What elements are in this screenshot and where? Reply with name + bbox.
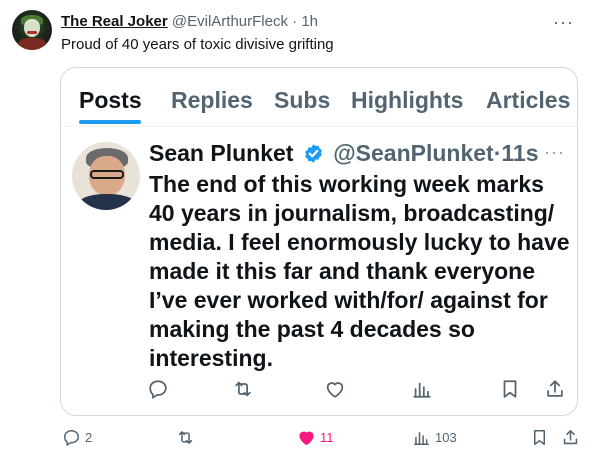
quoted-image[interactable]: Posts Replies Subs Highlights Articles S… [60,67,578,416]
active-tab-indicator [79,120,141,124]
quoted-tweet-header: Sean Plunket @SeanPlunket·11s [149,139,538,167]
tab-highlights[interactable]: Highlights [351,87,463,114]
bookmark-icon [533,430,546,445]
retweet-icon[interactable] [232,378,256,402]
like-icon[interactable] [324,378,348,402]
more-options-icon[interactable]: ··· [553,12,574,33]
quoted-tweet-text: The end of this working week marks 40 ye… [149,171,570,371]
quoted-action-bar [61,378,577,408]
reply-icon[interactable] [147,378,171,402]
tab-articles[interactable]: Articles [486,87,570,114]
tweet-header: The Real Joker @EvilArthurFleck · 1h [61,13,318,31]
like-button[interactable]: 11 [297,428,334,447]
verified-badge-icon [305,144,322,163]
reply-icon [64,430,79,446]
retweet-icon [178,431,193,444]
views-icon [414,431,429,445]
tab-replies[interactable]: Replies [171,87,253,114]
avatar[interactable] [12,10,52,50]
author-name[interactable]: The Real Joker [61,13,168,30]
share-button[interactable] [561,428,580,447]
views-icon[interactable] [411,378,435,402]
share-icon [563,430,578,445]
tweet-text: Proud of 40 years of toxic divisive grif… [61,36,334,53]
avatar[interactable] [72,142,140,210]
separator: · [292,13,298,30]
author-handle[interactable]: @EvilArthurFleck [172,13,288,30]
share-icon[interactable] [544,378,568,402]
like-count: 11 [320,430,334,445]
reply-count: 2 [85,430,93,445]
action-bar: 2 11 103 [0,428,590,452]
tweet-timestamp[interactable]: 1h [301,13,318,30]
profile-tabs: Posts Replies Subs Highlights Articles [61,68,577,128]
tweet-timestamp[interactable]: 11s [501,140,538,166]
divider [61,126,577,127]
tab-subs[interactable]: Subs [274,87,330,114]
like-icon [299,431,314,445]
reply-button[interactable]: 2 [62,428,92,447]
author-name[interactable]: Sean Plunket [149,140,293,166]
retweet-button[interactable] [176,428,195,447]
more-options-icon[interactable]: ··· [544,142,565,163]
bookmark-icon[interactable] [499,378,523,402]
views-count: 103 [435,430,457,445]
bookmark-button[interactable] [530,428,549,447]
author-handle[interactable]: @SeanPlunket [333,140,493,166]
views-button[interactable]: 103 [412,428,457,447]
tab-posts[interactable]: Posts [79,87,142,114]
